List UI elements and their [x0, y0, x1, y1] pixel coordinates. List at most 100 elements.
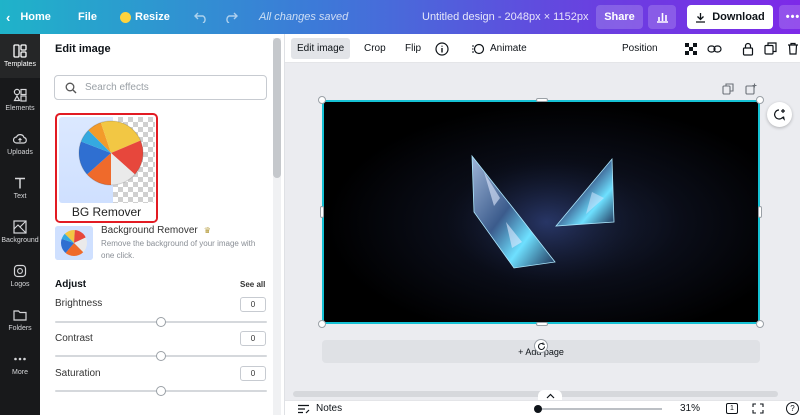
home-label: Home — [20, 11, 51, 23]
insights-button[interactable] — [648, 5, 676, 29]
saturation-label: Saturation — [55, 368, 101, 379]
document-title[interactable]: Untitled design - 2048px × 1152px — [422, 0, 588, 34]
crown-icon — [120, 11, 131, 23]
help-button[interactable]: ? — [786, 402, 799, 415]
trash-icon — [787, 42, 798, 55]
bg-remover-title[interactable]: Background Remover ♛ — [101, 225, 211, 236]
left-rail: Templates Elements Uploads Text Backgrou… — [0, 34, 40, 415]
rail-item-text[interactable]: Text — [0, 166, 40, 210]
save-status: All changes saved — [259, 11, 349, 23]
rail-item-logos[interactable]: Logos — [0, 254, 40, 298]
animate-label: Animate — [490, 43, 527, 54]
saturation-value-input[interactable]: 0 — [240, 366, 266, 381]
beach-ball-small-icon — [55, 226, 93, 260]
fullscreen-button[interactable] — [752, 403, 764, 414]
rail-item-templates[interactable]: Templates — [0, 34, 40, 78]
resize-label: Resize — [135, 11, 170, 23]
bg-remover-row-thumbnail[interactable] — [55, 226, 93, 260]
duplicate-icon — [764, 42, 777, 55]
crown-icon: ♛ — [203, 226, 211, 235]
search-effects-box[interactable] — [54, 75, 267, 100]
search-icon — [65, 82, 77, 93]
notes-button[interactable]: Notes — [297, 403, 342, 414]
duplicate-button[interactable] — [763, 41, 778, 56]
resize-handle-top-right[interactable] — [756, 96, 764, 104]
rail-label: Uploads — [7, 149, 33, 156]
rail-item-folders[interactable]: Folders — [0, 298, 40, 342]
zoom-level[interactable]: 31% — [680, 403, 700, 414]
saturation-slider-thumb[interactable] — [156, 386, 166, 396]
adjust-heading: Adjust — [55, 279, 87, 290]
rotate-icon — [537, 342, 545, 350]
resize-handle-bottom-left[interactable] — [318, 320, 326, 328]
contrast-value-input[interactable]: 0 — [240, 331, 266, 346]
brightness-slider-thumb[interactable] — [156, 317, 166, 327]
info-button[interactable] — [434, 41, 449, 56]
context-toolbar: Edit image Crop Flip Animate Position — [285, 34, 800, 63]
rail-label: Elements — [5, 105, 35, 112]
flip-button[interactable]: Flip — [399, 38, 427, 59]
page-count-button[interactable]: 1 — [726, 403, 738, 414]
rail-label: Folders — [8, 325, 32, 332]
delete-button[interactable] — [785, 41, 800, 56]
rail-label: More — [12, 369, 28, 376]
resize-handle-bottom-right[interactable] — [756, 320, 764, 328]
resize-handle-top[interactable] — [536, 98, 548, 102]
logos-icon — [13, 264, 27, 278]
info-icon — [434, 41, 449, 56]
lock-button[interactable] — [740, 41, 755, 56]
design-page-image[interactable] — [322, 100, 760, 324]
share-button[interactable]: Share — [596, 5, 643, 29]
transparency-icon — [684, 42, 697, 55]
templates-icon — [13, 44, 27, 58]
add-page-icon — [745, 83, 757, 95]
panel-scrollbar[interactable] — [273, 38, 281, 415]
brightness-label: Brightness — [55, 298, 103, 309]
resize-handle-top-left[interactable] — [318, 96, 326, 104]
resize-handle-left[interactable] — [320, 206, 324, 218]
edit-image-button[interactable]: Edit image — [291, 38, 351, 59]
rail-item-uploads[interactable]: Uploads — [0, 122, 40, 166]
notes-label: Notes — [316, 403, 343, 414]
bg-remover-description: Remove the background of your image with… — [101, 239, 256, 260]
rotate-handle[interactable] — [534, 339, 548, 353]
undo-icon — [194, 12, 206, 23]
cloud-upload-icon — [13, 134, 27, 144]
transparency-button[interactable] — [683, 41, 698, 56]
text-icon — [15, 177, 25, 189]
download-button[interactable]: Download — [687, 5, 773, 29]
zoom-slider-track[interactable] — [537, 408, 662, 410]
zoom-slider-thumb[interactable] — [534, 405, 542, 413]
chevron-up-icon — [546, 393, 554, 399]
file-menu[interactable]: File — [78, 0, 97, 34]
back-button[interactable]: ‹ Home — [6, 0, 51, 34]
search-input[interactable] — [85, 82, 255, 93]
rail-item-background[interactable]: Background — [0, 210, 40, 254]
duplicate-page-button[interactable] — [722, 83, 734, 95]
link-icon — [707, 44, 722, 53]
add-page-top-button[interactable] — [745, 83, 757, 95]
page-count: 1 — [730, 405, 734, 412]
brightness-value-input[interactable]: 0 — [240, 297, 266, 312]
resize-button[interactable]: Resize — [120, 0, 170, 34]
add-comment-button[interactable] — [767, 102, 792, 127]
crop-button[interactable]: Crop — [358, 38, 392, 59]
canvas-horizontal-scrollbar-thumb[interactable] — [293, 391, 778, 397]
resize-handle-right[interactable] — [758, 206, 762, 218]
rail-item-elements[interactable]: Elements — [0, 78, 40, 122]
position-button[interactable]: Position — [616, 38, 664, 59]
notes-icon — [298, 404, 310, 413]
panel-scrollbar-thumb[interactable] — [273, 38, 281, 178]
resize-handle-bottom[interactable] — [536, 322, 548, 326]
link-button[interactable] — [707, 41, 722, 56]
undo-button[interactable] — [194, 0, 208, 34]
contrast-slider-thumb[interactable] — [156, 351, 166, 361]
more-options-button[interactable]: ••• — [779, 5, 800, 29]
edit-image-panel: Edit image BG Remover — [40, 34, 285, 415]
download-icon — [696, 12, 706, 23]
see-all-link[interactable]: See all — [240, 280, 265, 289]
redo-button[interactable] — [224, 0, 238, 34]
rail-item-more[interactable]: More — [0, 342, 40, 386]
animate-button[interactable]: Animate — [465, 38, 533, 59]
bg-remover-card[interactable]: BG Remover — [55, 113, 158, 223]
